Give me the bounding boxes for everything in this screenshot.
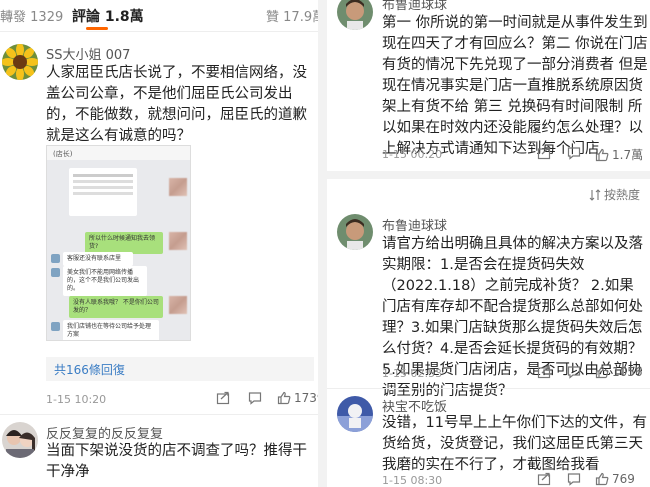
divider bbox=[327, 388, 650, 389]
share-icon bbox=[537, 146, 551, 160]
blurred-avatar bbox=[169, 296, 187, 314]
blurred-avatar bbox=[169, 232, 187, 250]
tab-comments-count: 1.8萬 bbox=[104, 9, 144, 25]
chat-message-bubble: 没有人联系我哦？ 不是你们公司发的？ bbox=[69, 296, 163, 318]
document-image bbox=[69, 168, 137, 216]
like-count: 769 bbox=[612, 472, 635, 486]
shop-avatar bbox=[51, 268, 60, 277]
thumbs-up-icon bbox=[595, 365, 609, 379]
comment-username[interactable]: 布鲁迪球球 bbox=[382, 215, 447, 234]
share-icon bbox=[537, 472, 551, 486]
tab-comments[interactable]: 評論 1.8萬 bbox=[72, 6, 144, 26]
comment-time: 1-15 10:20 bbox=[46, 393, 107, 406]
shop-avatar bbox=[51, 322, 60, 331]
comment-button[interactable] bbox=[567, 146, 581, 160]
comment-username[interactable]: SS大小姐 007 bbox=[46, 44, 130, 63]
left-panel: 轉發 1329 評論 1.8萬 贊 17.9萬 SS大小姐 007 bbox=[0, 0, 318, 487]
like-count: 1056 bbox=[612, 365, 643, 379]
share-icon bbox=[216, 391, 230, 405]
tab-repost[interactable]: 轉發 1329 bbox=[0, 6, 63, 25]
right-panel: 布鲁迪球球 第一 你所说的第一时间就是从事件发生到现在四天了才有回应么？第二 你… bbox=[327, 0, 650, 487]
share-button[interactable] bbox=[537, 365, 551, 379]
shop-avatar bbox=[51, 254, 60, 263]
like-button[interactable]: 1.7萬 bbox=[595, 146, 643, 163]
like-button[interactable]: 1739 bbox=[277, 391, 318, 405]
like-button[interactable]: 1056 bbox=[595, 365, 643, 379]
tab-comments-label: 評論 bbox=[72, 9, 100, 25]
like-button[interactable]: 769 bbox=[595, 472, 635, 486]
chat-message-bubble: 我们店铺也在等待公司给予处理方案 bbox=[63, 320, 159, 340]
comment-icon bbox=[248, 392, 262, 405]
chat-header: (店长) bbox=[47, 146, 190, 160]
active-tab-indicator bbox=[86, 27, 108, 30]
chat-message-bubble: 所以什么时候通知我去领货? bbox=[85, 232, 163, 254]
share-button[interactable] bbox=[537, 146, 551, 160]
comment-time: 1-15 00:20 bbox=[382, 148, 443, 161]
tab-repost-label: 轉發 bbox=[0, 10, 27, 25]
share-button[interactable] bbox=[216, 391, 230, 405]
comment-tabs: 轉發 1329 評論 1.8萬 贊 17.9萬 bbox=[0, 0, 318, 32]
comment-button[interactable] bbox=[248, 391, 262, 405]
like-count: 1739 bbox=[294, 391, 318, 405]
comment-button[interactable] bbox=[567, 365, 581, 379]
chat-message-bubble: 美女我们不能用网络传播的，这个不是我们公司发出的。 bbox=[63, 266, 147, 296]
divider bbox=[0, 414, 318, 415]
replies-link[interactable]: 共166條回復 bbox=[46, 357, 314, 381]
chat-message-bubble: 客服还没有联系店里 bbox=[63, 252, 133, 266]
comment-button[interactable] bbox=[567, 472, 581, 486]
sort-by-hot-button[interactable]: 按熱度 bbox=[589, 186, 640, 203]
comment-text: 人家屈臣氏店长说了，不要相信网络，没盖公司公章，不是他们屈臣氏公司发出的，不能做… bbox=[46, 65, 307, 144]
comment-icon bbox=[567, 473, 581, 486]
sunflower-avatar[interactable] bbox=[2, 44, 38, 80]
like-count: 1.7萬 bbox=[612, 148, 644, 162]
user-avatar[interactable] bbox=[337, 396, 373, 432]
tab-likes-label: 贊 bbox=[266, 10, 280, 25]
blurred-avatar bbox=[169, 178, 187, 196]
thumbs-up-icon bbox=[595, 148, 609, 161]
chat-screenshot-image[interactable]: (店长) 所以什么时候通知我去领货? 客服还没有联系店里 美女我们不能用网络传播… bbox=[46, 145, 191, 341]
share-icon bbox=[537, 365, 551, 379]
share-button[interactable] bbox=[537, 472, 551, 486]
comment-time: 1-15 08:30 bbox=[382, 474, 443, 487]
tab-likes-count: 17.9萬 bbox=[283, 10, 318, 25]
comment-text: 第一 你所说的第一时间就是从事件发生到现在四天了才有回应么？第二 你说在门店有货… bbox=[382, 15, 648, 157]
user-avatar[interactable] bbox=[337, 0, 373, 30]
comment-username[interactable]: 反反复复的反反复复 bbox=[46, 423, 163, 442]
sort-label: 按熱度 bbox=[604, 188, 641, 202]
tab-likes[interactable]: 贊 17.9萬 bbox=[266, 6, 318, 25]
comment-text: 没错，11号早上上午你们下达的文件，有货给货，没货登记，我们这屈臣氏第三天我磨的… bbox=[382, 415, 647, 473]
section-divider bbox=[327, 171, 650, 179]
comment-icon bbox=[567, 366, 581, 379]
sort-icon bbox=[589, 188, 601, 201]
comment-text: 当面下架说没货的店不调查了吗？推得干干净净 bbox=[46, 443, 307, 480]
thumbs-up-icon bbox=[595, 472, 609, 486]
thumbs-up-icon bbox=[277, 391, 291, 405]
comment-username[interactable]: 布鲁迪球球 bbox=[382, 0, 447, 13]
panel-separator bbox=[318, 0, 327, 487]
tab-repost-count: 1329 bbox=[30, 10, 64, 25]
user-avatar[interactable] bbox=[337, 214, 373, 250]
comment-time: 1-15 02:53 bbox=[382, 367, 443, 380]
couple-avatar[interactable] bbox=[2, 422, 38, 458]
comment-icon bbox=[567, 147, 581, 160]
